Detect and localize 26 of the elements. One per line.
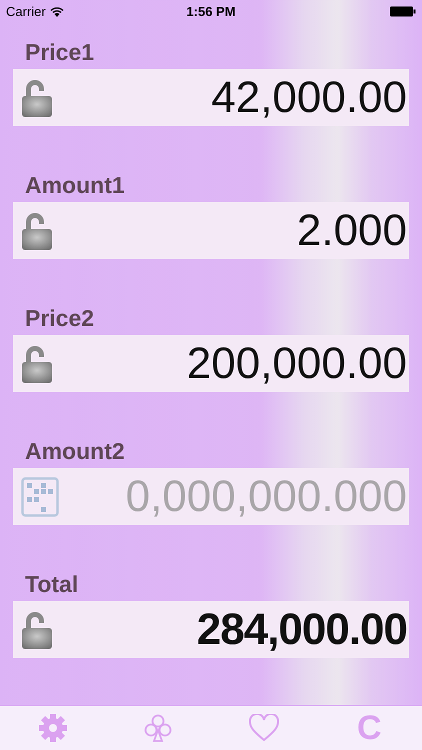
- wifi-icon: [50, 6, 64, 16]
- settings-icon: [38, 713, 68, 743]
- battery-icon: [390, 6, 416, 16]
- field-value: 284,000.00: [196, 604, 407, 654]
- field-label: Price2: [24, 304, 94, 333]
- status-time: 1:56 PM: [186, 4, 236, 18]
- field-value: 2.000: [296, 206, 407, 256]
- placeholder-text: 0,000,000.000: [124, 472, 407, 522]
- field-value: 42,000.00: [210, 72, 407, 122]
- dot-grid-icon: [21, 476, 59, 516]
- number-field[interactable]: 2.000: [13, 202, 409, 259]
- field-value: 200,000.00: [186, 338, 407, 388]
- field-label: Amount1: [24, 171, 125, 200]
- carrier-label: Carrier: [6, 4, 64, 18]
- unlocked-padlock-icon: [21, 610, 53, 648]
- field-label: Total: [24, 570, 78, 599]
- heart-icon: [248, 714, 279, 742]
- unlocked-padlock-icon: [21, 344, 53, 382]
- field-label: Price1: [24, 38, 94, 67]
- club-icon: [143, 713, 174, 743]
- number-field[interactable]: 200,000.00: [13, 335, 409, 392]
- unlocked-padlock-icon: [21, 78, 53, 116]
- field-label: Amount2: [24, 437, 125, 466]
- unlocked-padlock-icon: [21, 212, 53, 250]
- number-field[interactable]: 42,000.00: [13, 69, 409, 126]
- number-field[interactable]: 284,000.00: [13, 601, 409, 658]
